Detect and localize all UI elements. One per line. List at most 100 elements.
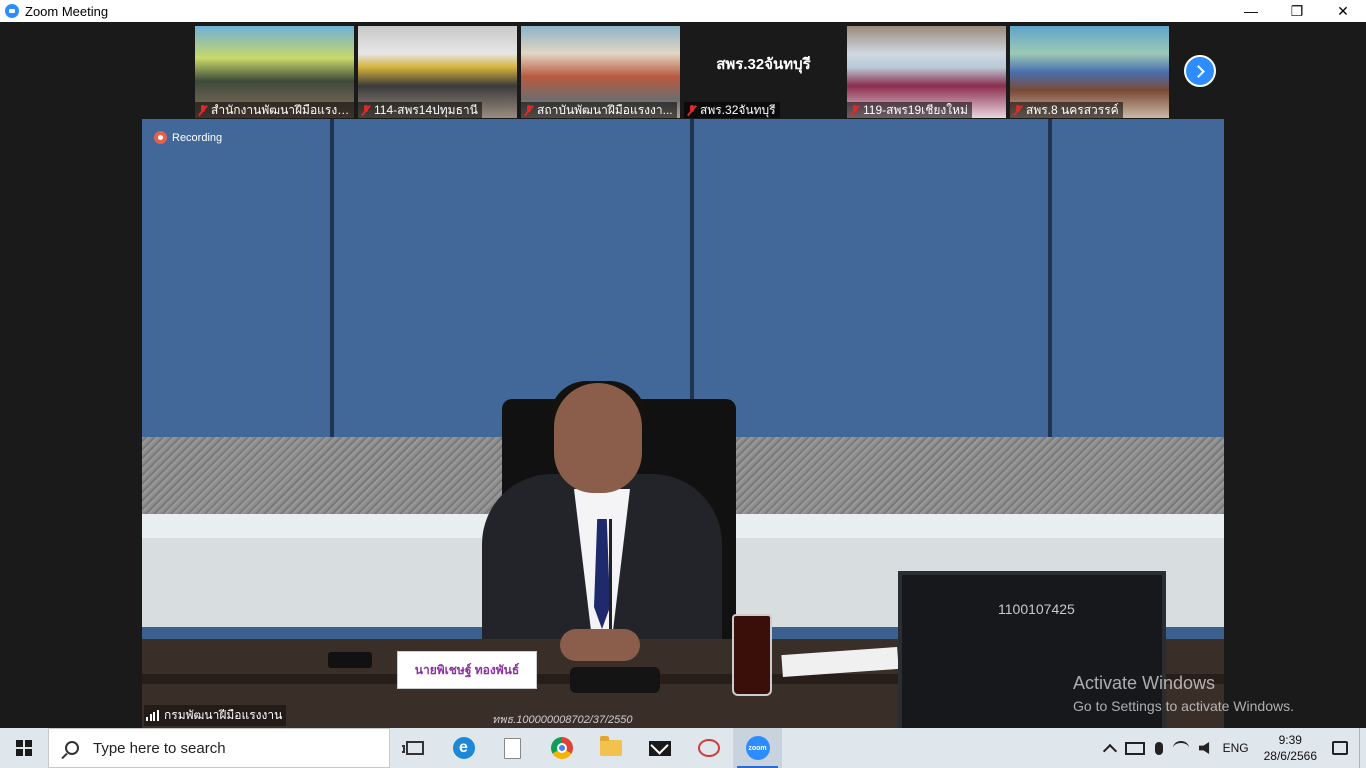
volume-button[interactable] [1194,728,1218,768]
chevron-right-icon[interactable] [1184,55,1216,87]
microphone-button[interactable] [1150,728,1168,768]
show-desktop-button[interactable] [1359,728,1366,768]
windows-logo-icon [16,740,32,756]
battery-button[interactable] [1120,728,1150,768]
wall-divider [1048,119,1052,437]
file-explorer-icon [599,736,622,756]
chrome-icon [550,737,573,759]
wall-divider [690,119,694,437]
gallery-strip: สำนักงานพัฒนาฝีมือแรงง... 114-สพร14ปทุมธ… [195,26,1169,118]
clock-time: 9:39 [1278,733,1302,747]
battery-icon [1124,741,1145,755]
participant-thumbnail[interactable]: สพร.8 นครสวรรค์ [1010,26,1169,118]
start-button[interactable] [0,728,48,768]
drink-cup [732,614,772,696]
wall-panel [334,119,690,437]
taskbar: e zoom ENG 9:39 28/6/2566 [0,728,1366,768]
mic-muted-icon [524,104,534,116]
system-tray: ENG 9:39 28/6/2566 [1100,728,1366,768]
snip-icon [697,739,720,757]
network-button[interactable] [1168,728,1194,768]
wall-panel [694,119,1048,437]
search-input[interactable] [91,738,365,758]
participant-name: สำนักงานพัฒนาฝีมือแรงง... [211,102,351,117]
mic-muted-icon [1013,104,1023,116]
desk-code: ทพธ.100000008702/37/2550 [492,714,633,726]
participant-label: สพร.32จันทบุรี [684,102,780,118]
search-icon [65,741,79,755]
zoom-app-icon [5,4,19,18]
window-controls: — ❐ ✕ [1228,0,1366,22]
speaker-hands [560,629,640,661]
chevron-up-icon [1102,743,1117,758]
wall-panel [1052,119,1224,437]
wall-panel [142,119,330,437]
language-indicator[interactable]: ENG [1218,728,1254,768]
window-title: Zoom Meeting [25,3,109,19]
chrome-button[interactable] [537,728,586,768]
microphone-base [570,667,660,693]
speaker-icon [1198,742,1210,754]
mail-icon [648,740,671,756]
phone-on-desk [328,652,372,668]
task-view-button[interactable] [390,728,439,768]
participant-thumbnail[interactable]: สพร.32จันทบุรี สพร.32จันทบุรี [684,26,843,118]
participant-label: 119-สพร19เชียงใหม่ [847,102,972,118]
window-title-bar: Zoom Meeting — ❐ ✕ [0,0,1366,22]
watermark-title: Activate Windows [1073,673,1216,693]
close-button[interactable]: ✕ [1320,0,1366,22]
participant-thumbnail[interactable]: สำนักงานพัฒนาฝีมือแรงง... [195,26,354,118]
participant-name: 119-สพร19เชียงใหม่ [863,102,968,117]
pinned-apps: e zoom [390,728,782,768]
participant-thumbnail[interactable]: 114-สพร14ปทุมธานี [358,26,517,118]
participant-name: สถาบันพัฒนาฝีมือแรงงา... [537,102,673,117]
file-icon [504,737,521,759]
participant-label: สถาบันพัฒนาฝีมือแรงงา... [521,102,677,118]
mic-muted-icon [687,104,697,116]
participant-name: 114-สพร14ปทุมธานี [374,102,478,117]
nameplate: นายพิเชษฐ์ ทองพันธ์ [397,651,537,689]
active-speaker-video: นายพิเชษฐ์ ทองพันธ์ 1100107425 ทพธ.10000… [142,119,1224,728]
edge-icon: e [452,737,475,759]
wifi-icon [1172,741,1189,755]
minimize-button[interactable]: — [1228,0,1274,22]
participant-name: สพร.8 นครสวรรค์ [1026,102,1119,117]
participant-name: สพร.32จันทบุรี [700,102,776,117]
participant-label: สพร.8 นครสวรรค์ [1010,102,1123,118]
signal-strength-icon [146,710,160,721]
file-button[interactable] [488,728,537,768]
microphone-icon [1154,741,1163,755]
participant-center-name: สพร.32จันทบุรี [716,56,811,73]
taskbar-search[interactable] [48,728,390,768]
restore-button[interactable]: ❐ [1274,0,1320,22]
file-explorer-button[interactable] [586,728,635,768]
meeting-area: สำนักงานพัฒนาฝีมือแรงง... 114-สพร14ปทุมธ… [0,22,1366,728]
recording-label: Recording [172,131,223,144]
participant-thumbnail[interactable]: สถาบันพัฒนาฝีมือแรงงา... [521,26,680,118]
monitor-code: 1100107425 [998,601,1075,617]
zoom-button[interactable]: zoom [733,728,782,768]
participant-label: สำนักงานพัฒนาฝีมือแรงง... [195,102,354,118]
participant-label: 114-สพร14ปทุมธานี [358,102,482,118]
mic-muted-icon [198,104,208,116]
mic-muted-icon [361,104,371,116]
task-view-icon [401,741,424,755]
watermark-subtitle: Go to Settings to activate Windows. [1073,698,1294,714]
notifications-button[interactable] [1327,728,1353,768]
recording-indicator[interactable]: Recording [154,131,222,144]
activate-windows-watermark: Activate Windows Go to Settings to activ… [1073,673,1294,714]
nameplate-name: นายพิเชษฐ์ ทองพันธ์ [414,662,520,677]
speaker-head [554,383,642,493]
show-hidden-icons-button[interactable] [1100,728,1120,768]
snip-button[interactable] [684,728,733,768]
mail-button[interactable] [635,728,684,768]
clock[interactable]: 9:39 28/6/2566 [1254,728,1327,768]
speaker-label: กรมพัฒนาฝีมือแรงงาน [144,705,287,726]
zoom-icon: zoom [745,736,770,760]
clock-date: 28/6/2566 [1263,749,1317,763]
recording-icon [154,131,167,144]
notification-icon [1332,741,1348,755]
participant-thumbnail[interactable]: 119-สพร19เชียงใหม่ [847,26,1006,118]
edge-button[interactable]: e [439,728,488,768]
wall-divider [330,119,334,437]
